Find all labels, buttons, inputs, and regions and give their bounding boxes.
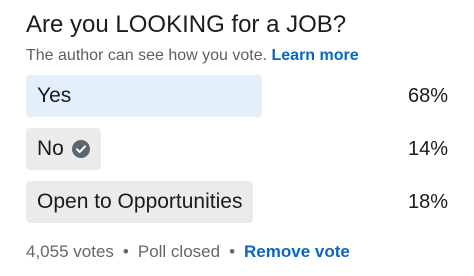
visibility-text: The author can see how you vote.	[26, 47, 268, 64]
poll-option-yes: Yes 68%	[26, 75, 450, 117]
poll-visibility-note: The author can see how you vote. Learn m…	[26, 45, 359, 67]
poll-option-label: No	[37, 128, 90, 170]
remove-vote-link[interactable]: Remove vote	[244, 242, 350, 261]
option-label-text: Open to Opportunities	[37, 190, 243, 213]
poll-option-percent: 68%	[407, 85, 448, 107]
poll-option-open-to-opportunities: Open to Opportunities 18%	[26, 181, 450, 223]
learn-more-link[interactable]: Learn more	[272, 47, 359, 64]
separator-dot: •	[122, 242, 129, 261]
check-circle-icon	[71, 140, 90, 158]
poll-status: Poll closed	[137, 242, 221, 261]
poll-option-percent: 18%	[407, 191, 448, 213]
vote-count: 4,055 votes	[26, 242, 114, 261]
option-label-text: No	[37, 137, 64, 160]
separator-dot: •	[229, 242, 236, 261]
poll-card: Are you LOOKING for a JOB? The author ca…	[0, 0, 474, 276]
poll-question: Are you LOOKING for a JOB?	[26, 11, 347, 38]
poll-option-percent: 14%	[407, 138, 448, 160]
poll-option-label: Open to Opportunities	[37, 181, 242, 223]
option-label-text: Yes	[37, 84, 72, 107]
poll-option-no: No 14%	[26, 128, 450, 170]
poll-footer: 4,055 votes • Poll closed • Remove vote	[26, 240, 350, 264]
poll-option-label: Yes	[37, 75, 71, 117]
